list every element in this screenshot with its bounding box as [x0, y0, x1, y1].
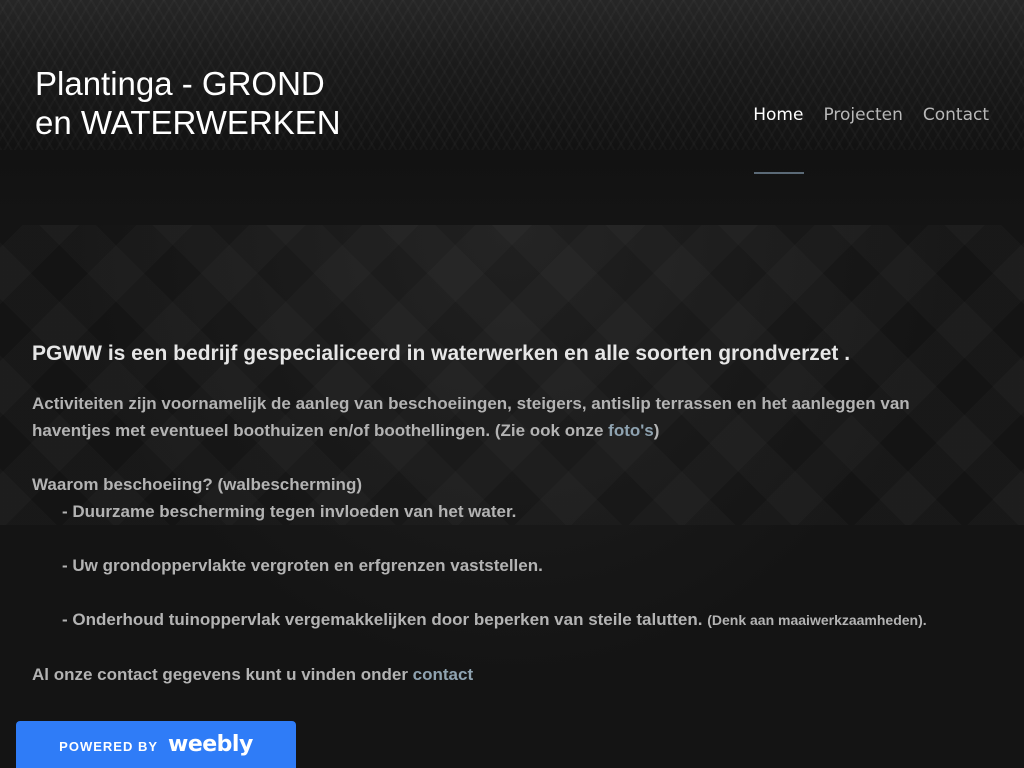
bullet-maintenance-note: (Denk aan maaiwerkzaamheden). [707, 612, 927, 628]
bullet-enlarge-surface: - Uw grondoppervlakte vergroten en erfgr… [62, 556, 543, 575]
bullet-maintenance-paragraph: - Onderhoud tuinoppervlak vergemakkelijk… [32, 606, 992, 634]
contact-link[interactable]: contact [413, 665, 473, 684]
powered-by-weebly-banner[interactable]: POWERED BY weebly [16, 721, 296, 768]
activities-text: Activiteiten zijn voornamelijk de aanleg… [32, 394, 910, 440]
bullet-maintenance: - Onderhoud tuinoppervlak vergemakkelijk… [62, 610, 703, 629]
content-block: PGWW is een bedrijf gespecialiceerd in w… [32, 340, 992, 688]
activities-paragraph: Activiteiten zijn voornamelijk de aanleg… [32, 390, 992, 444]
main-nav: Home Projecten Contact [753, 104, 989, 126]
contact-paragraph: Al onze contact gegevens kunt u vinden o… [32, 661, 992, 688]
nav-item-contact[interactable]: Contact [923, 104, 989, 126]
site-title[interactable]: Plantinga - GROND en WATERWERKEN [35, 64, 355, 142]
nav-item-home[interactable]: Home [753, 104, 803, 126]
why-heading: Waarom beschoeiing? (walbescherming) [32, 475, 362, 494]
photos-link[interactable]: foto's [608, 421, 654, 440]
powered-by-label: POWERED BY [59, 739, 159, 754]
activities-close: ) [653, 421, 660, 440]
bullet-durable-protection: - Duurzame bescherming tegen invloeden v… [62, 502, 517, 521]
page-headline: PGWW is een bedrijf gespecialiceerd in w… [32, 342, 851, 365]
nav-item-projecten[interactable]: Projecten [823, 104, 902, 126]
weebly-logo: weebly [168, 732, 253, 757]
contact-text: Al onze contact gegevens kunt u vinden o… [32, 665, 413, 684]
nav-active-indicator [754, 172, 804, 174]
